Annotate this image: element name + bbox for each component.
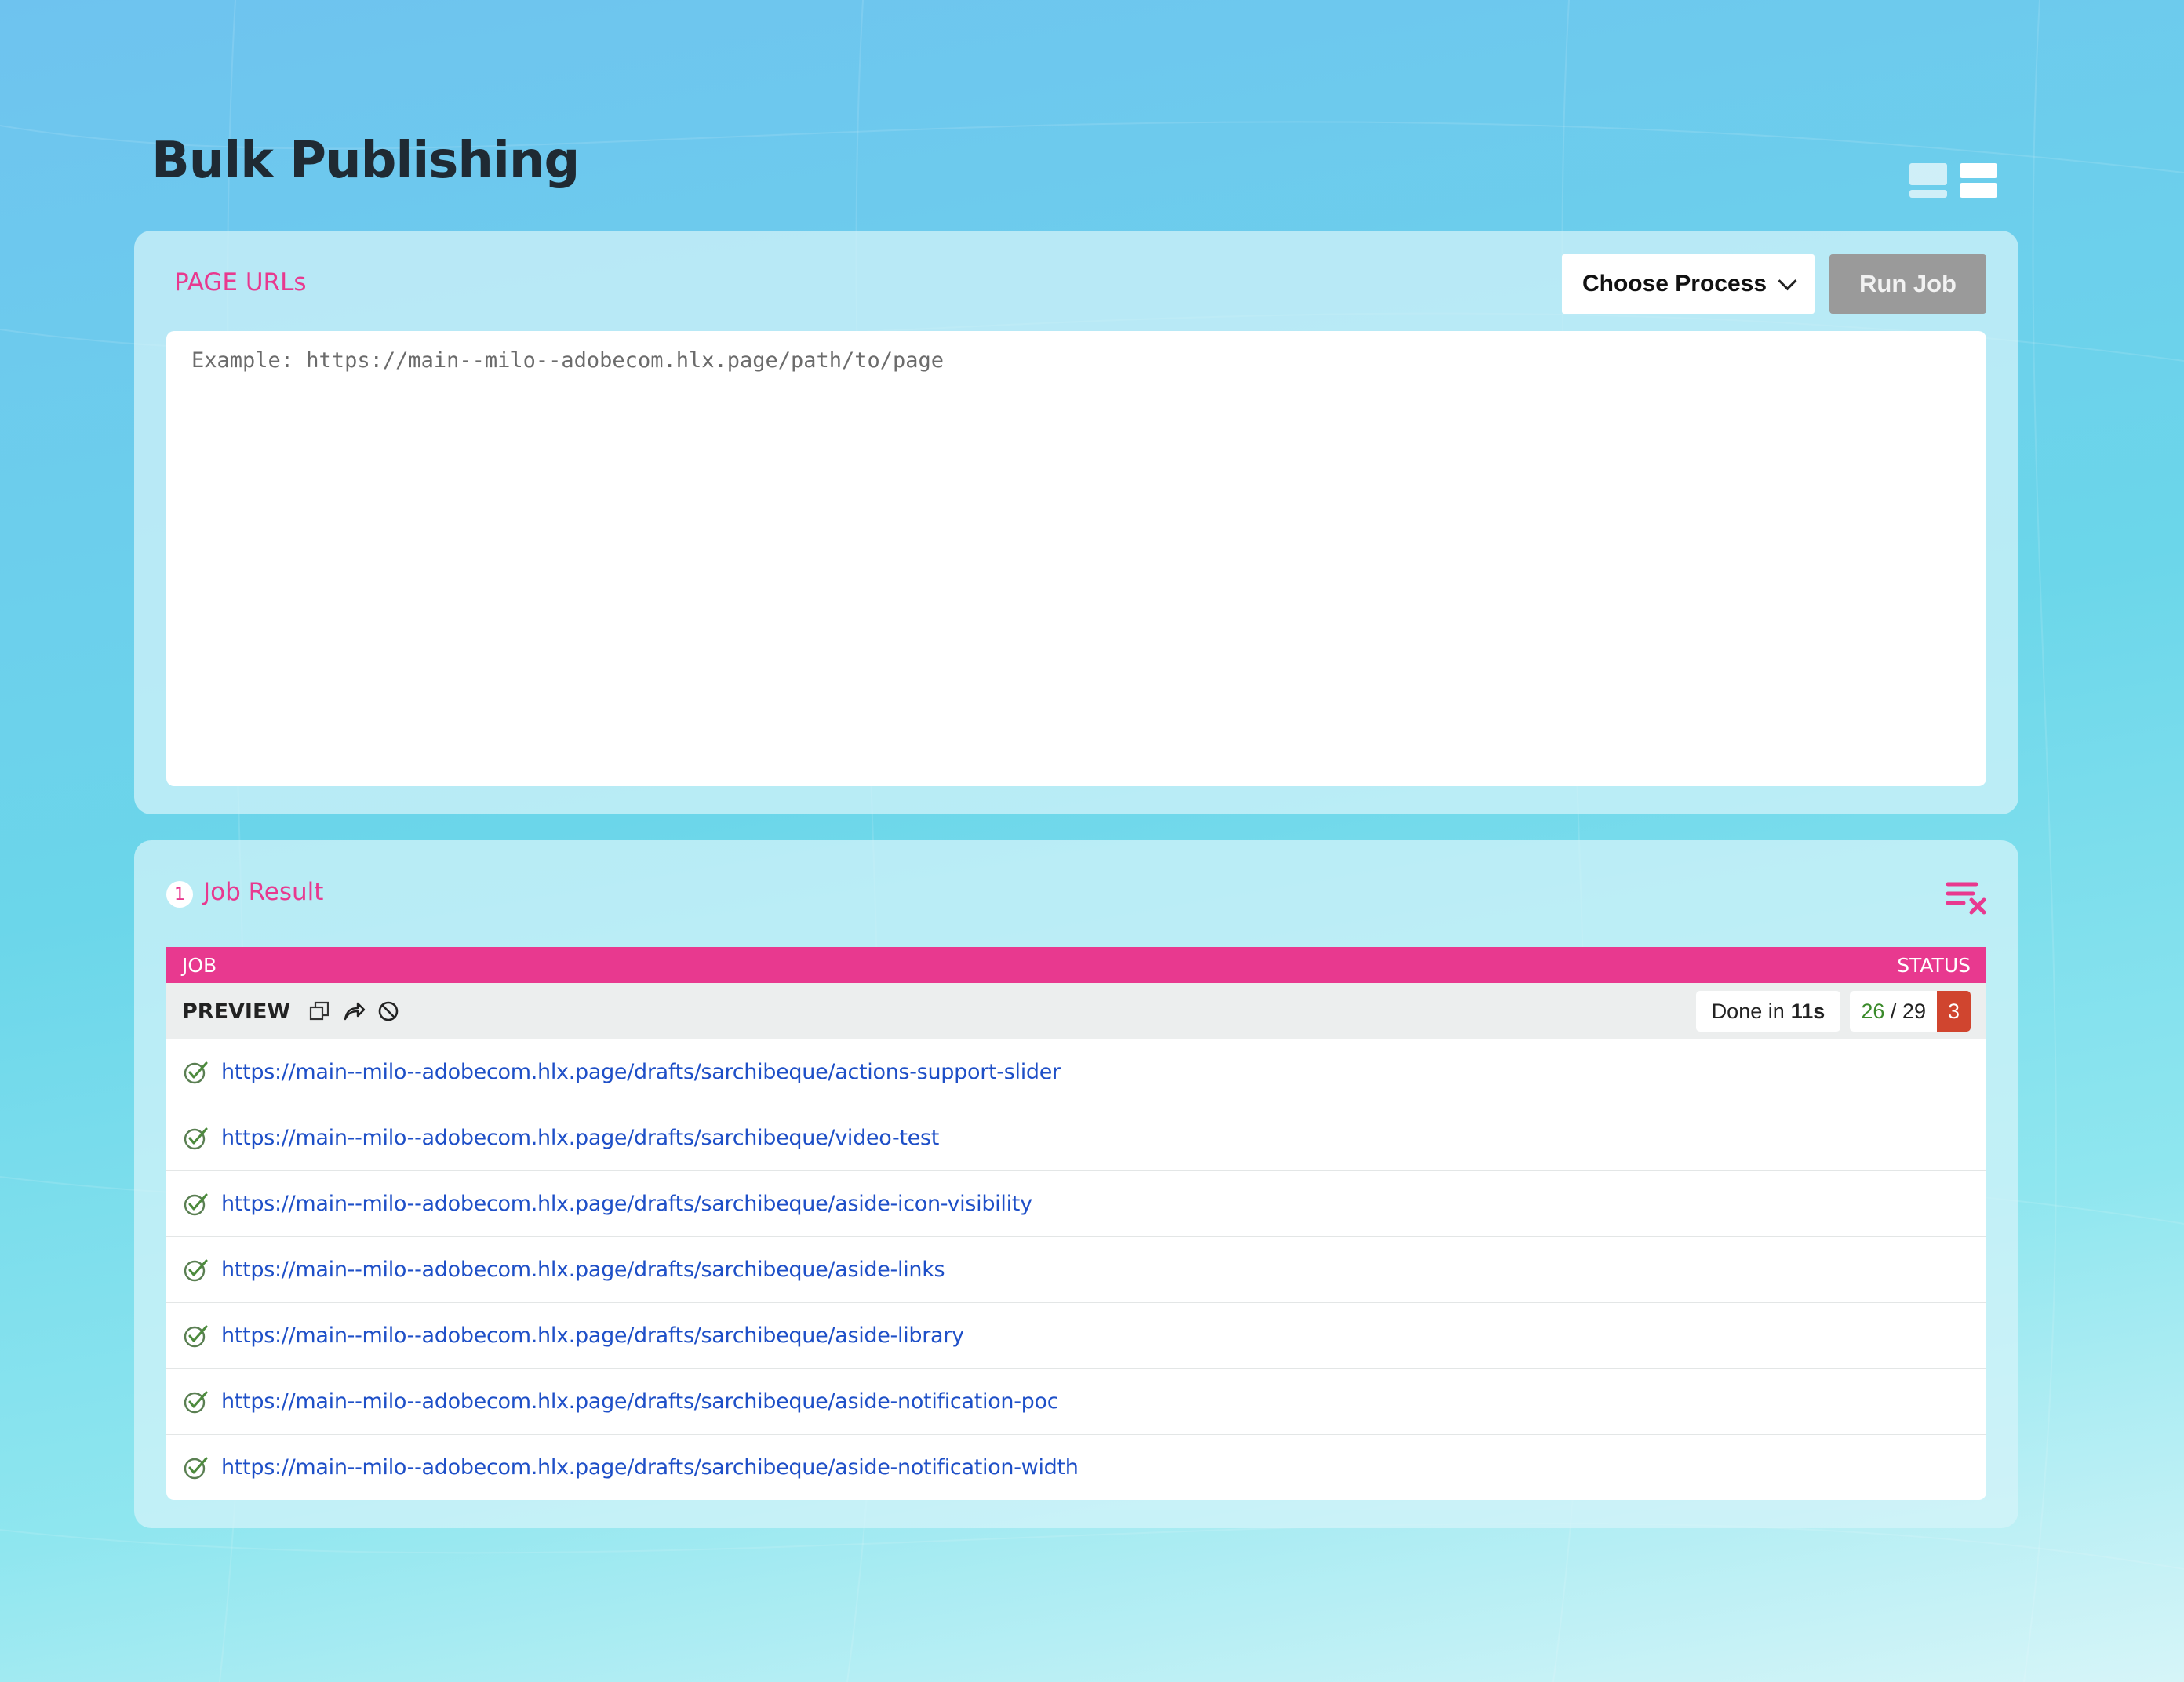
url-result-row: https://main--milo--adobecom.hlx.page/dr… <box>166 1236 1986 1302</box>
clear-list-icon[interactable] <box>1945 878 1989 916</box>
url-result-row: https://main--milo--adobecom.hlx.page/dr… <box>166 1170 1986 1236</box>
page-urls-label: PAGE URLs <box>174 268 307 297</box>
split-layout-icon[interactable] <box>1909 163 1947 198</box>
url-result-row: https://main--milo--adobecom.hlx.page/dr… <box>166 1434 1986 1500</box>
copy-icon[interactable] <box>308 999 331 1023</box>
url-link[interactable]: https://main--milo--adobecom.hlx.page/dr… <box>221 1455 1079 1480</box>
check-circle-icon <box>184 1127 208 1149</box>
check-circle-icon <box>184 1325 208 1347</box>
column-status: STATUS <box>1897 953 1971 977</box>
table-header: JOB STATUS <box>166 947 1986 983</box>
url-result-row: https://main--milo--adobecom.hlx.page/dr… <box>166 1302 1986 1368</box>
layout-toggle-group <box>1909 163 1997 198</box>
url-result-row: https://main--milo--adobecom.hlx.page/dr… <box>166 1039 1986 1105</box>
url-result-row: https://main--milo--adobecom.hlx.page/dr… <box>166 1105 1986 1170</box>
error-count-badge[interactable]: 3 <box>1936 991 1971 1032</box>
count-separator: / <box>1890 999 1897 1023</box>
job-url-list: https://main--milo--adobecom.hlx.page/dr… <box>166 1039 1986 1500</box>
page-urls-panel: PAGE URLs Choose Process Run Job <box>134 231 2018 814</box>
job-row: PREVIEW Done in 11s 26 / 29 3 <box>166 983 1986 1039</box>
job-name: PREVIEW <box>182 999 291 1024</box>
total-count: 29 <box>1902 999 1926 1023</box>
check-circle-icon <box>184 1391 208 1413</box>
url-link[interactable]: https://main--milo--adobecom.hlx.page/dr… <box>221 1060 1061 1084</box>
job-result-table: JOB STATUS PREVIEW Done in 11s 26 / 29 3… <box>166 947 1986 1500</box>
job-count-badge: 1 <box>166 881 193 908</box>
choose-process-dropdown[interactable]: Choose Process <box>1562 254 1815 314</box>
share-icon[interactable] <box>342 999 366 1023</box>
page-title: Bulk Publishing <box>151 132 580 190</box>
done-prefix: Done in <box>1711 999 1785 1023</box>
job-duration-badge: Done in 11s <box>1695 991 1841 1032</box>
success-count: 26 <box>1861 999 1885 1023</box>
check-circle-icon <box>184 1061 208 1083</box>
cancel-icon[interactable] <box>377 999 400 1023</box>
url-link[interactable]: https://main--milo--adobecom.hlx.page/dr… <box>221 1192 1032 1216</box>
job-result-label: Job Result <box>203 878 324 906</box>
run-job-button[interactable]: Run Job <box>1829 254 1986 314</box>
check-circle-icon <box>184 1259 208 1281</box>
url-link[interactable]: https://main--milo--adobecom.hlx.page/dr… <box>221 1389 1059 1414</box>
column-job: JOB <box>182 953 217 977</box>
url-link[interactable]: https://main--milo--adobecom.hlx.page/dr… <box>221 1323 964 1348</box>
url-link[interactable]: https://main--milo--adobecom.hlx.page/dr… <box>221 1126 939 1150</box>
check-circle-icon <box>184 1457 208 1479</box>
chevron-down-icon <box>1778 271 1797 290</box>
stacked-layout-icon[interactable] <box>1960 163 1997 198</box>
url-link[interactable]: https://main--milo--adobecom.hlx.page/dr… <box>221 1258 945 1282</box>
url-result-row: https://main--milo--adobecom.hlx.page/dr… <box>166 1368 1986 1434</box>
job-progress-badge: 26 / 29 3 <box>1850 991 1971 1032</box>
page-urls-textarea[interactable] <box>166 331 1986 786</box>
done-time: 11s <box>1790 999 1825 1023</box>
check-circle-icon <box>184 1193 208 1215</box>
job-result-panel: 1 Job Result JOB STATUS PREVIEW Done in … <box>134 840 2018 1528</box>
choose-process-label: Choose Process <box>1582 271 1767 297</box>
